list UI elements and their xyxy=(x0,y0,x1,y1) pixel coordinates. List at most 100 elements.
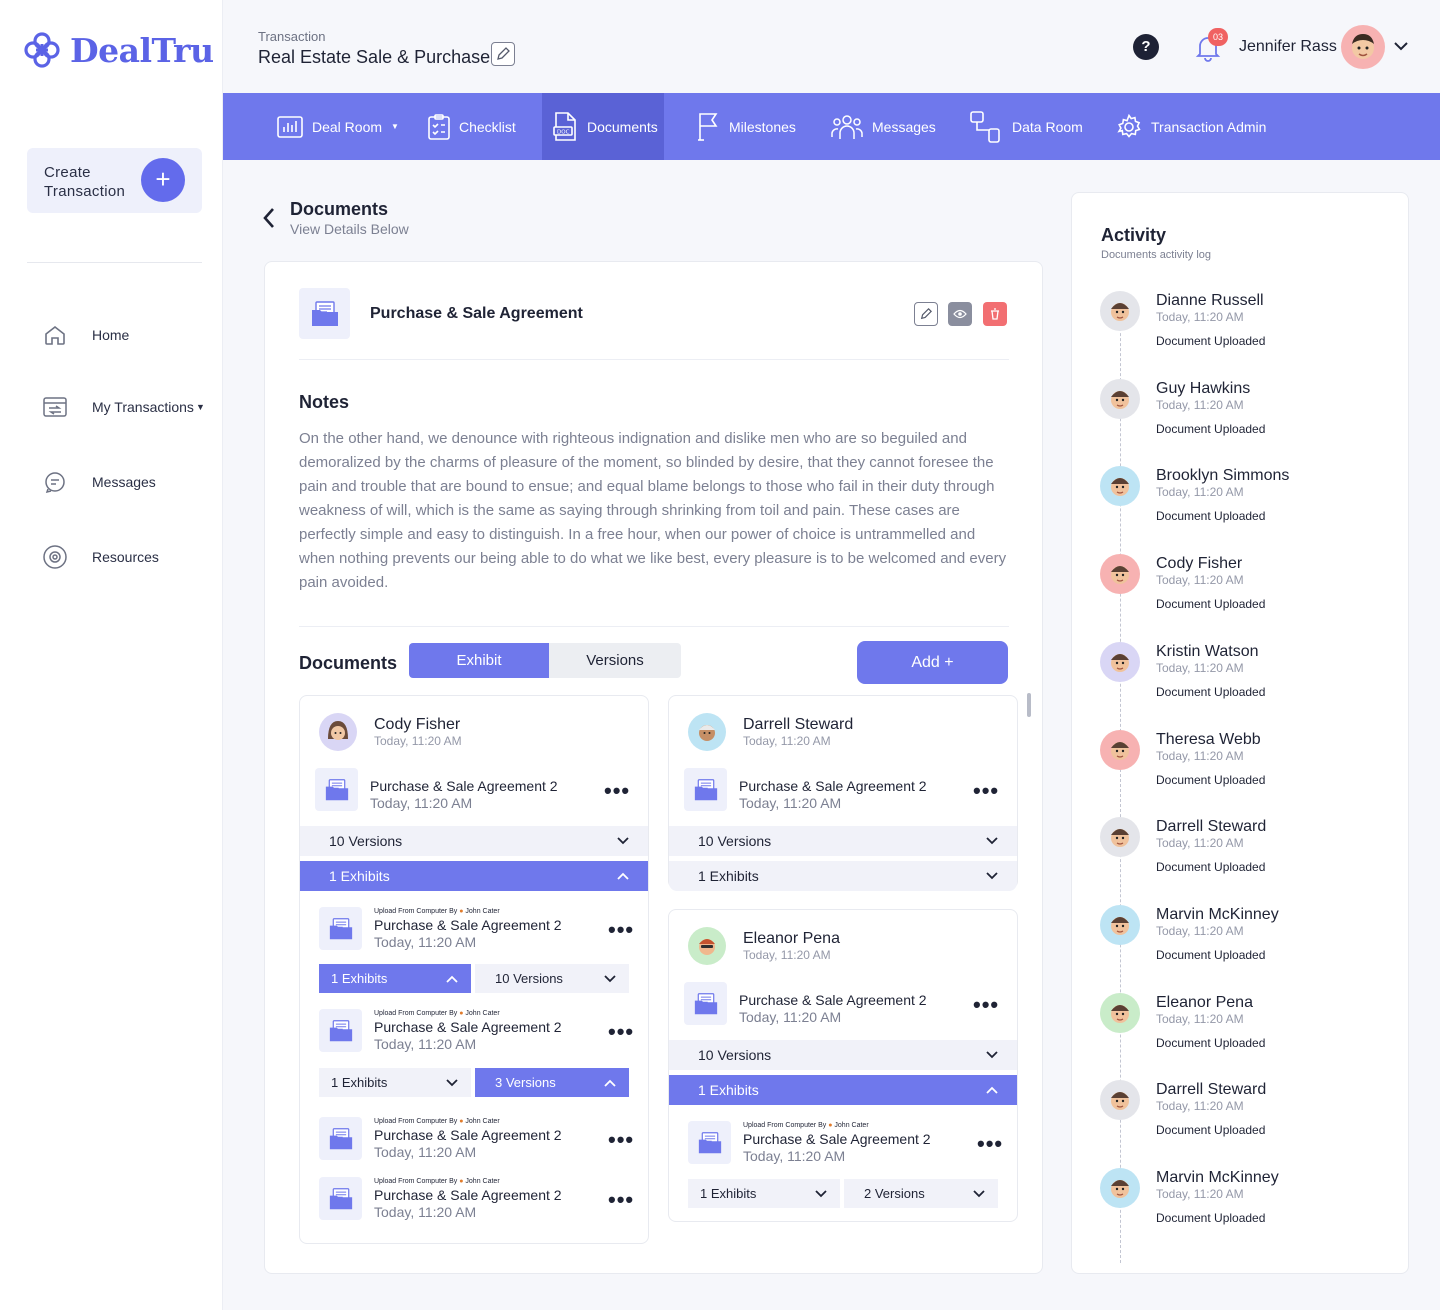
activity-status: Document Uploaded xyxy=(1156,684,1266,699)
versions-toggle[interactable]: 3 Versions xyxy=(475,1068,629,1097)
activity-item[interactable]: Cody Fisher Today, 11:20 AM Document Uploa… xyxy=(1100,554,1400,634)
document-card-eleanor-pena: Eleanor Pena Today, 11:20 AM Purchase & … xyxy=(668,909,1018,1222)
view-button[interactable] xyxy=(948,302,972,326)
activity-status: Document Uploaded xyxy=(1156,421,1266,436)
versions-toggle[interactable]: 10 Versions xyxy=(669,1040,1017,1070)
file-time: Today, 11:20 AM xyxy=(743,1148,846,1164)
tab-transaction-admin[interactable]: Transaction Admin xyxy=(1116,93,1266,160)
sidebar-item-resources[interactable]: Resources xyxy=(40,542,159,572)
tab-documents[interactable]: DOC Documents xyxy=(542,93,664,160)
top-header: Transaction Real Estate Sale & Purchase … xyxy=(223,0,1440,93)
uploader-avatar: ● xyxy=(459,1118,464,1125)
user-name[interactable]: Jennifer Rass xyxy=(1239,38,1337,56)
versions-label: 3 Versions xyxy=(495,1075,556,1090)
person-time: Today, 11:20 AM xyxy=(743,948,831,962)
exhibits-toggle[interactable]: 1 Exhibits xyxy=(319,1068,471,1097)
more-options-icon[interactable]: ••• xyxy=(608,1129,634,1151)
exhibit-tab[interactable]: Exhibit xyxy=(409,643,549,678)
document-title: Purchase & Sale Agreement xyxy=(370,305,583,322)
exhibits-toggle[interactable]: 1 Exhibits xyxy=(688,1179,840,1208)
activity-name: Darrell Steward xyxy=(1156,1081,1267,1099)
logo-icon xyxy=(24,32,60,68)
more-options-icon[interactable]: ••• xyxy=(604,780,630,802)
activity-item[interactable]: Marvin McKinney Today, 11:20 AM Document U… xyxy=(1100,904,1400,985)
tab-checklist[interactable]: Checklist xyxy=(428,93,516,160)
versions-toggle[interactable]: 10 Versions xyxy=(300,826,648,856)
chevron-up-icon xyxy=(604,1079,616,1087)
documents-heading: Documents xyxy=(299,653,398,673)
tab-messages[interactable]: Messages xyxy=(831,93,936,160)
activity-time: Today, 11:20 AM xyxy=(1156,1099,1244,1114)
sidebar-item-home[interactable]: Home xyxy=(40,320,129,350)
more-options-icon[interactable]: ••• xyxy=(608,919,634,941)
chevron-down-icon xyxy=(986,872,998,880)
add-document-button[interactable]: Add + xyxy=(857,641,1008,684)
activity-name: Marvin McKinney xyxy=(1156,905,1279,923)
activity-name: Marvin McKinney xyxy=(1156,1169,1279,1186)
folder-icon xyxy=(299,288,350,339)
eye-icon xyxy=(953,309,967,319)
tab-bar: Deal Room ▼ Checklist DOC Documents Miles… xyxy=(223,93,1440,160)
activity-item[interactable]: Darrell Steward Today, 11:20 AM Document U… xyxy=(1100,817,1400,897)
versions-toggle[interactable]: 2 Versions xyxy=(844,1179,998,1208)
activity-item[interactable]: Kristin Watson Today, 11:20 AM Document Up… xyxy=(1100,641,1400,722)
more-options-icon[interactable]: ••• xyxy=(973,780,999,802)
sidebar-item-messages[interactable]: Messages xyxy=(40,467,156,497)
activity-item[interactable]: Eleanor Pena Today, 11:20 AM Document Uplo… xyxy=(1100,992,1400,1073)
exhibits-toggle[interactable]: 1 Exhibits xyxy=(319,964,471,993)
activity-item[interactable]: Brooklyn Simmons Today, 11:20 AM Document … xyxy=(1100,466,1400,546)
edit-title-button[interactable] xyxy=(491,42,515,66)
tab-milestones[interactable]: Milestones xyxy=(696,93,796,160)
scrollbar[interactable] xyxy=(1027,693,1031,717)
avatar xyxy=(319,713,357,751)
versions-toggle[interactable]: 10 Versions xyxy=(475,964,629,993)
versions-tab[interactable]: Versions xyxy=(549,643,681,678)
activity-name: Eleanor Pena xyxy=(1156,993,1253,1011)
exhibits-toggle[interactable]: 1 Exhibits xyxy=(300,861,648,891)
notification-badge: 03 xyxy=(1208,28,1228,46)
create-transaction-button[interactable]: Create Transaction + xyxy=(27,148,202,213)
activity-item[interactable]: Marvin McKinney Today, 11:20 AM Document U… xyxy=(1100,1168,1400,1248)
back-arrow-icon[interactable] xyxy=(262,206,276,230)
activity-item[interactable]: Dianne Russell Today, 11:20 AM Document Up… xyxy=(1100,291,1400,371)
tab-deal-room[interactable]: Deal Room ▼ xyxy=(277,93,399,160)
activity-item[interactable]: Guy Hawkins Today, 11:20 AM Document Uploa… xyxy=(1100,378,1400,459)
uploader-name: John Cater xyxy=(834,1122,869,1129)
chevron-down-icon[interactable] xyxy=(1393,38,1409,54)
data-room-icon xyxy=(970,110,1000,143)
delete-button[interactable] xyxy=(983,302,1007,326)
uploader-avatar: ● xyxy=(459,1010,464,1017)
logo[interactable]: DealTru xyxy=(22,30,214,70)
avatar xyxy=(1100,291,1140,331)
avatar xyxy=(688,713,726,751)
versions-toggle[interactable]: 10 Versions xyxy=(669,826,1017,856)
sidebar-item-label: Resources xyxy=(92,549,159,565)
activity-name: Kristin Watson xyxy=(1156,642,1259,660)
activity-name: Darrell Steward xyxy=(1156,818,1267,836)
more-options-icon[interactable]: ••• xyxy=(608,1189,634,1211)
folder-icon xyxy=(688,1121,731,1164)
uploaded-by: Upload From Computer By ● John Cater xyxy=(374,1178,500,1185)
more-options-icon[interactable]: ••• xyxy=(973,994,999,1016)
activity-status: Document Uploaded xyxy=(1156,334,1266,348)
more-options-icon[interactable]: ••• xyxy=(977,1133,1003,1155)
activity-item[interactable]: Theresa Webb Today, 11:20 AM Document Uplo… xyxy=(1100,729,1400,810)
person-time: Today, 11:20 AM xyxy=(374,734,462,748)
help-icon[interactable]: ? xyxy=(1133,34,1159,60)
avatar xyxy=(1100,729,1140,770)
activity-time: Today, 11:20 AM xyxy=(1156,397,1244,412)
folder-icon xyxy=(319,1177,362,1220)
activity-item[interactable]: Darrell Steward Today, 11:20 AM Document U… xyxy=(1100,1080,1400,1160)
avatar[interactable] xyxy=(1341,25,1385,69)
exhibits-toggle[interactable]: 1 Exhibits xyxy=(669,1075,1017,1105)
tab-data-room[interactable]: Data Room xyxy=(969,93,1083,160)
sidebar-item-my-transactions[interactable]: My Transactions ▼ xyxy=(40,392,205,422)
activity-subtitle: Documents activity log xyxy=(1101,249,1212,261)
more-options-icon[interactable]: ••• xyxy=(608,1021,634,1043)
chevron-up-icon xyxy=(446,975,458,983)
edit-button[interactable] xyxy=(914,302,938,326)
activity-name: Dianne Russell xyxy=(1156,292,1264,309)
chevron-down-icon xyxy=(604,974,616,982)
plus-icon: + xyxy=(141,158,185,202)
exhibits-toggle[interactable]: 1 Exhibits xyxy=(669,861,1017,891)
